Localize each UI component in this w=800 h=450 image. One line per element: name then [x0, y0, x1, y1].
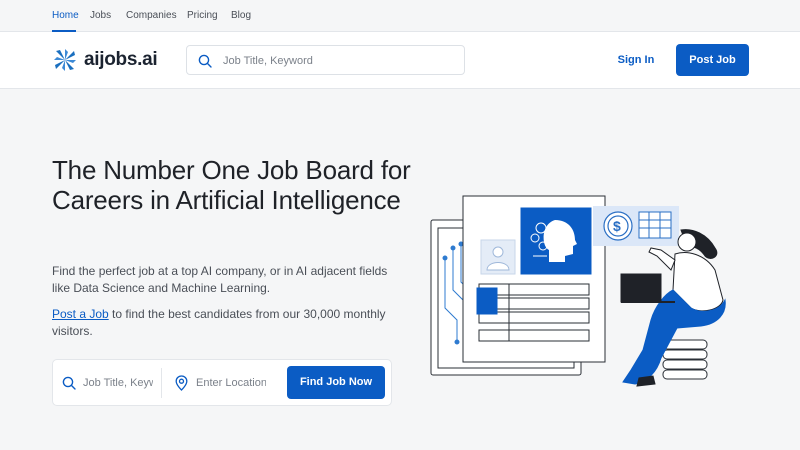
top-nav: Home Jobs Companies Pricing Blog [0, 0, 800, 32]
nav-pricing-link[interactable]: Pricing [187, 10, 218, 21]
logo-text: aijobs.ai [84, 49, 158, 70]
sign-in-button[interactable]: Sign In [606, 45, 666, 75]
search-icon [198, 54, 212, 68]
table-rows [476, 283, 590, 342]
post-a-job-link[interactable]: Post a Job [52, 307, 109, 321]
header-search [186, 45, 465, 75]
nav-jobs-link[interactable]: Jobs [90, 10, 111, 21]
search-input[interactable] [223, 52, 453, 70]
hero-title: The Number One Job Board for Careers in … [52, 155, 411, 215]
hero-description: Find the perfect job at a top AI company… [52, 264, 388, 295]
nav-blog-link[interactable]: Blog [231, 10, 251, 21]
search-icon [62, 376, 76, 390]
svg-text:$: $ [613, 218, 621, 234]
site-logo[interactable]: aijobs.ai [52, 47, 158, 73]
hero-illustration: $ [430, 195, 726, 387]
logo-icon [54, 49, 76, 71]
location-pin-icon [175, 375, 188, 391]
finance-card: $ [593, 206, 679, 246]
keyword-input[interactable] [83, 374, 153, 392]
nav-home-link[interactable]: Home [52, 10, 79, 21]
field-divider [161, 368, 162, 398]
location-input[interactable] [196, 374, 266, 392]
coin-stack [662, 339, 708, 380]
hero-cta-text: Post a Job to find the best candidates f… [52, 306, 402, 340]
job-search-box: Find Job Now [52, 359, 392, 406]
post-job-button[interactable]: Post Job [676, 44, 749, 76]
find-job-button[interactable]: Find Job Now [287, 366, 385, 399]
site-header: aijobs.ai Sign In Post Job [0, 32, 800, 89]
nav-companies-link[interactable]: Companies [126, 10, 177, 21]
